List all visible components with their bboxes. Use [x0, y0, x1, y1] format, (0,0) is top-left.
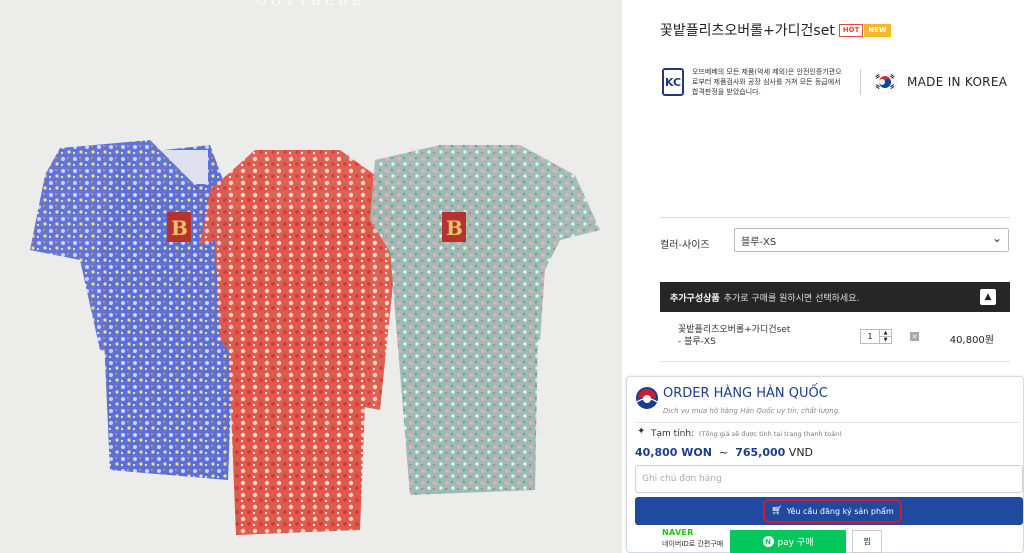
naver-logo: NAVER — [662, 528, 694, 537]
hot-badge: HOT — [838, 23, 864, 37]
naver-desc: 네이버ID로 간편구매 — [662, 540, 724, 548]
order-logo-icon — [636, 387, 658, 409]
price-won: 40,800 WON — [635, 446, 712, 459]
product-title-row: 꽃밭플리츠오버롤+가디건set HOT NEW — [660, 20, 891, 40]
order-title: ORDER HÀNG HÀN QUỐC — [663, 386, 828, 401]
temp-total-note: (Tổng giá sẽ được tính tại trang thanh t… — [699, 430, 842, 438]
svg-text:B: B — [171, 216, 188, 240]
divider — [660, 217, 1010, 218]
price-separator: ~ — [718, 446, 729, 459]
korea-flag-icon — [873, 70, 897, 94]
order-subtitle: Dịch vụ mua hộ hàng Hàn Quốc uy tín, chấ… — [663, 407, 841, 415]
wishlist-button[interactable]: 찜 — [852, 530, 882, 553]
register-product-button[interactable]: 🛒︎ Yêu cầu đăng ký sản phẩm — [635, 497, 1023, 525]
divider — [635, 422, 1019, 423]
brand-watermark: OOTTBEBE — [256, 0, 365, 9]
naver-pay-icon: N — [762, 536, 774, 547]
vnd-unit: VND — [788, 446, 814, 459]
chevron-down-icon: ⌄ — [991, 231, 1002, 245]
svg-text:B: B — [446, 216, 463, 240]
order-note-input[interactable] — [635, 465, 1023, 493]
selected-option-item: 꽃밭플리츠오버롤+가디건set - 블루-XS 1 ▲ ▼ ✕ 40,800원 — [660, 312, 1010, 362]
price-vnd: 765,000 — [735, 446, 786, 459]
kc-certification-icon: KC — [662, 68, 684, 96]
register-product-highlight[interactable]: 🛒︎ Yêu cầu đăng ký sản phẩm — [763, 499, 902, 523]
chevron-up-icon[interactable]: ▲ — [980, 289, 996, 305]
register-label: Yêu cầu đăng ký sản phẩm — [786, 506, 894, 516]
addon-products-bar[interactable]: 추가구성상품 추가로 구매를 원하시면 선택하세요. ▲ — [660, 282, 1010, 312]
item-price: 40,800원 — [949, 335, 994, 346]
new-badge: NEW — [864, 23, 891, 37]
product-image: B B — [30, 140, 600, 535]
certification-text: 오뜨베베의 모든 제품(악세 제외)은 안전인증기관으로부터 제품검사와 공장 … — [692, 68, 842, 96]
option-label: 컬러-사이즈 — [660, 240, 710, 251]
select-value: 블루-XS — [741, 236, 777, 248]
divider — [860, 69, 861, 95]
quantity-value[interactable]: 1 — [861, 330, 879, 343]
price-range: 40,800 WON ~ 765,000 VND — [635, 446, 813, 459]
mint-overall: B — [370, 145, 600, 495]
cart-icon: 🛒︎ — [771, 506, 783, 516]
addon-title: 추가구성상품 — [670, 293, 720, 304]
color-size-select[interactable]: 블루-XS ⌄ — [734, 228, 1009, 252]
addon-desc: 추가로 구매를 원하시면 선택하세요. — [723, 293, 860, 304]
blue-overall: B — [30, 140, 238, 480]
quantity-stepper[interactable]: 1 ▲ ▼ — [860, 329, 892, 344]
order-widget: ORDER HÀNG HÀN QUỐC Dịch vụ mua hộ hàng … — [626, 376, 1024, 553]
decrement-icon[interactable]: ▼ — [880, 336, 891, 343]
remove-item-button[interactable]: ✕ — [910, 332, 919, 341]
naver-pay-button[interactable]: N pay 구매 — [730, 530, 846, 553]
product-title: 꽃밭플리츠오버롤+가디건set — [660, 23, 835, 39]
selected-item-name: 꽃밭플리츠오버롤+가디건set - 블루-XS — [678, 325, 791, 347]
made-in-korea-label: MADE IN KOREA — [907, 75, 1008, 89]
naver-pay-row: NAVER 네이버ID로 간편구매 N pay 구매 찜 — [626, 528, 1024, 553]
naver-pay-label: pay 구매 — [777, 538, 814, 548]
sparkle-icon: ✦ — [637, 426, 646, 437]
product-photo: B B OOTTBEBE — [0, 0, 622, 553]
certification-row: KC 오뜨베베의 모든 제품(악세 제외)은 안전인증기관으로부터 제품검사와 … — [662, 64, 1012, 100]
temp-total-label: Tạm tính: (Tổng giá sẽ được tính tại tra… — [651, 429, 842, 439]
